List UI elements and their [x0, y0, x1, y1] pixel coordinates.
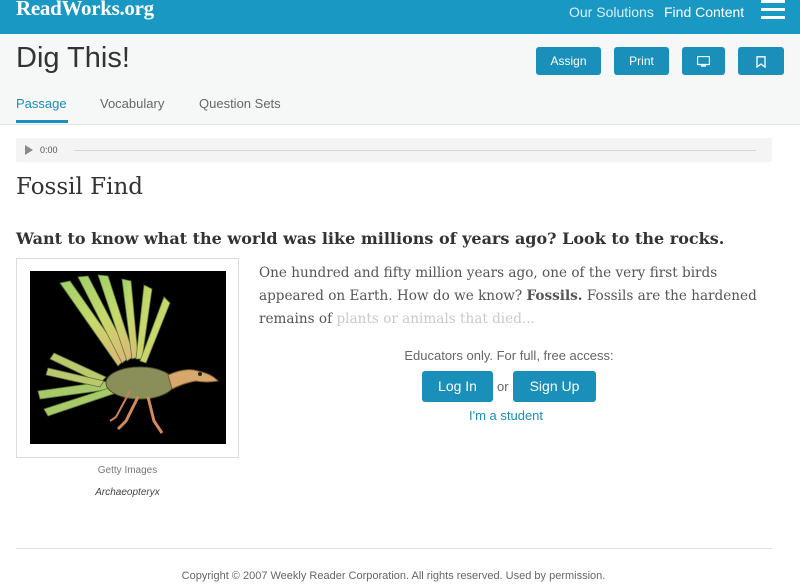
readworks-logo[interactable]: ReadWorks.org	[16, 0, 154, 21]
login-button[interactable]: Log In	[422, 371, 493, 402]
title-band: Dig This! Assign Print Passage Vocabular…	[0, 34, 800, 125]
passage-excerpt: One hundred and fifty million years ago,…	[259, 262, 769, 331]
student-link[interactable]: I'm a student	[469, 408, 543, 423]
tab-vocabulary[interactable]: Vocabulary	[100, 96, 164, 111]
hamburger-menu-icon[interactable]	[761, 0, 785, 20]
article-subtitle: Want to know what the world was like mil…	[16, 229, 725, 248]
bookmark-button[interactable]	[738, 47, 784, 75]
or-label: or	[497, 379, 509, 394]
active-tab-indicator	[16, 120, 68, 123]
passage-bold-term: Fossils.	[526, 288, 583, 304]
present-button[interactable]	[682, 47, 725, 75]
signup-button[interactable]: Sign Up	[513, 371, 596, 402]
passage-faded-text: plants or animals that died...	[336, 311, 535, 327]
image-caption: Archaeopteryx	[95, 487, 160, 498]
copyright-text: Copyright © 2007 Weekly Reader Corporati…	[181, 570, 606, 582]
nav-find-content[interactable]: Find Content	[664, 4, 744, 20]
audio-time: 0:00	[40, 145, 58, 155]
assign-button[interactable]: Assign	[536, 47, 601, 75]
nav-our-solutions[interactable]: Our Solutions	[569, 4, 654, 20]
top-nav-bar: ReadWorks.org Our Solutions Find Content	[0, 0, 800, 34]
access-prompt: Educators only. For full, free access:	[404, 348, 614, 363]
audio-player: 0:00	[16, 138, 772, 162]
monitor-icon	[696, 56, 711, 68]
print-button[interactable]: Print	[614, 47, 669, 75]
page-title: Dig This!	[16, 42, 130, 74]
article-title: Fossil Find	[16, 174, 144, 200]
play-icon[interactable]	[25, 145, 33, 155]
tab-question-sets[interactable]: Question Sets	[199, 96, 281, 111]
tab-passage[interactable]: Passage	[16, 96, 67, 111]
audio-progress-track[interactable]	[74, 150, 756, 151]
archaeopteryx-image	[30, 271, 226, 444]
article-figure	[16, 258, 239, 458]
image-credit: Getty Images	[97, 465, 158, 476]
bookmark-icon	[756, 55, 766, 69]
footer-divider	[16, 548, 772, 549]
